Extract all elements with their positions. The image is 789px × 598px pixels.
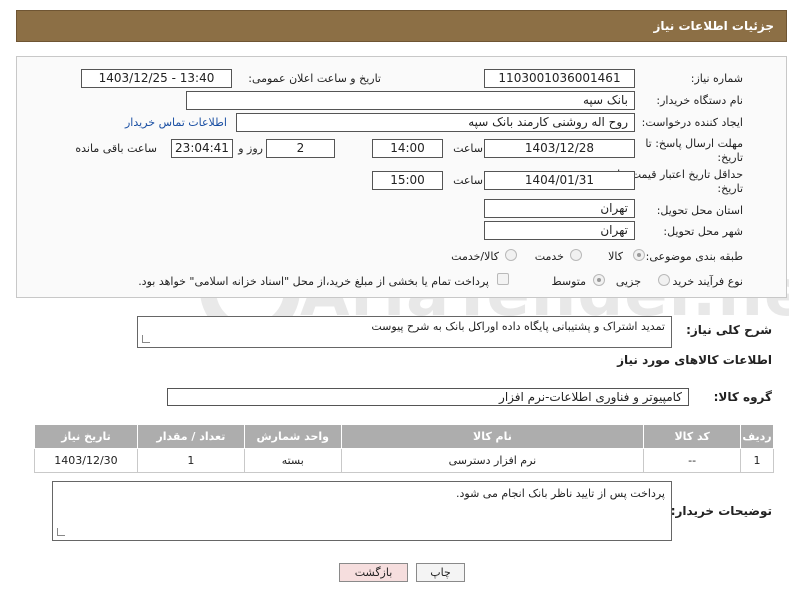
reply-deadline-label: مهلت ارسال پاسخ: تا bbox=[645, 137, 743, 150]
buyer-org-field[interactable]: بانک سپه bbox=[186, 91, 635, 110]
province-label: استان محل تحویل: bbox=[656, 204, 743, 217]
creator-label: ایجاد کننده درخواست: bbox=[641, 116, 743, 129]
creator-field[interactable]: روح اله روشنی کارمند بانک سپه bbox=[236, 113, 635, 132]
cell-quantity: 1 bbox=[136, 448, 245, 473]
goods-section-title: اطلاعات کالاهای مورد نیاز bbox=[617, 353, 772, 367]
reply-time-field[interactable]: 14:00 bbox=[372, 139, 443, 158]
cell-need-date: 1403/12/30 bbox=[34, 448, 138, 473]
treasury-payment-checkbox[interactable] bbox=[497, 273, 509, 285]
col-item-code: کد کالا bbox=[643, 424, 742, 449]
remaining-time-label: ساعت باقی مانده bbox=[75, 142, 157, 155]
resize-handle-icon[interactable] bbox=[57, 528, 65, 536]
buyer-notes-textarea[interactable]: پرداخت پس از تایید ناظر بانک انجام می شو… bbox=[52, 481, 672, 541]
reply-time-label: ساعت bbox=[453, 142, 483, 155]
buyer-org-label: نام دستگاه خریدار: bbox=[656, 94, 743, 107]
goods-group-label: گروه کالا: bbox=[713, 390, 772, 404]
resize-handle-icon[interactable] bbox=[142, 335, 150, 343]
description-textarea[interactable]: تمدید اشتراک و پشتیبانی پایگاه داده اورا… bbox=[137, 316, 672, 348]
days-field[interactable]: 2 bbox=[266, 139, 335, 158]
category-radio-goods-service[interactable] bbox=[505, 249, 517, 261]
cell-row-number: 1 bbox=[740, 448, 774, 473]
back-button[interactable]: بازگشت bbox=[339, 563, 408, 582]
cell-item-name: نرم افزار دسترسی bbox=[340, 448, 645, 473]
price-date-field[interactable]: 1404/01/31 bbox=[484, 171, 635, 190]
col-unit: واحد شمارش bbox=[243, 424, 342, 449]
description-label: شرح کلی نیاز: bbox=[686, 323, 772, 337]
need-number-label: شماره نیاز: bbox=[690, 72, 743, 85]
buyer-contact-link[interactable]: اطلاعات تماس خریدار bbox=[125, 116, 227, 129]
process-label: نوع فرآیند خرید : bbox=[665, 275, 743, 288]
category-radio-service[interactable] bbox=[570, 249, 582, 261]
announce-date-field[interactable]: 1403/12/25 - 13:40 bbox=[81, 69, 232, 88]
category-option-service: خدمت bbox=[534, 250, 564, 263]
category-option-goods-service: کالا/خدمت bbox=[451, 250, 499, 263]
col-item-name: نام کالا bbox=[340, 424, 645, 449]
treasury-payment-note: پرداخت تمام یا بخشی از مبلغ خرید،از محل … bbox=[138, 275, 489, 288]
reply-date-field[interactable]: 1403/12/28 bbox=[484, 139, 635, 158]
price-deadline-label-2: تاریخ: bbox=[717, 182, 743, 195]
cell-unit: بسته bbox=[243, 448, 342, 473]
page-header: جزئیات اطلاعات نیاز bbox=[16, 10, 787, 42]
print-button[interactable]: چاپ bbox=[416, 563, 465, 582]
description-text: تمدید اشتراک و پشتیبانی پایگاه داده اورا… bbox=[371, 320, 665, 333]
col-quantity: تعداد / مقدار bbox=[136, 424, 245, 449]
buyer-notes-label: توضیحات خریدار: bbox=[670, 504, 772, 518]
process-option-minor: جزیی bbox=[615, 275, 641, 288]
category-option-goods: کالا bbox=[608, 250, 623, 263]
process-radio-medium[interactable] bbox=[593, 274, 605, 286]
process-option-medium: متوسط bbox=[551, 275, 586, 288]
category-label: طبقه بندی موضوعی: bbox=[645, 250, 743, 263]
need-number-field[interactable]: 1103001036001461 bbox=[484, 69, 635, 88]
page-title: جزئیات اطلاعات نیاز bbox=[653, 19, 774, 33]
process-radio-minor[interactable] bbox=[658, 274, 670, 286]
days-label: روز و bbox=[238, 142, 263, 155]
table-row[interactable]: 1 -- نرم افزار دسترسی بسته 1 1403/12/30 bbox=[34, 448, 774, 473]
province-field[interactable]: تهران bbox=[484, 199, 635, 218]
remaining-time-field[interactable]: 23:04:41 bbox=[171, 139, 233, 158]
goods-group-field[interactable]: کامپیوتر و فناوری اطلاعات-نرم افزار bbox=[167, 388, 689, 406]
col-row-number: ردیف bbox=[740, 424, 774, 449]
announce-date-label: تاریخ و ساعت اعلان عمومی: bbox=[248, 72, 381, 85]
table-header-row: ردیف کد کالا نام کالا واحد شمارش تعداد /… bbox=[34, 424, 774, 449]
reply-deadline-label-2: تاریخ: bbox=[717, 151, 743, 164]
city-label: شهر محل تحویل: bbox=[663, 225, 743, 238]
price-deadline-label: حداقل تاریخ اعتبار قیمت: تا bbox=[617, 168, 743, 181]
city-field[interactable]: تهران bbox=[484, 221, 635, 240]
category-radio-goods[interactable] bbox=[633, 249, 645, 261]
col-need-date: تاریخ نیاز bbox=[34, 424, 138, 449]
price-time-field[interactable]: 15:00 bbox=[372, 171, 443, 190]
buyer-notes-text: پرداخت پس از تایید ناظر بانک انجام می شو… bbox=[456, 487, 665, 500]
price-time-label: ساعت bbox=[453, 174, 483, 187]
cell-item-code: -- bbox=[643, 448, 742, 473]
goods-table: ردیف کد کالا نام کالا واحد شمارش تعداد /… bbox=[34, 424, 774, 473]
